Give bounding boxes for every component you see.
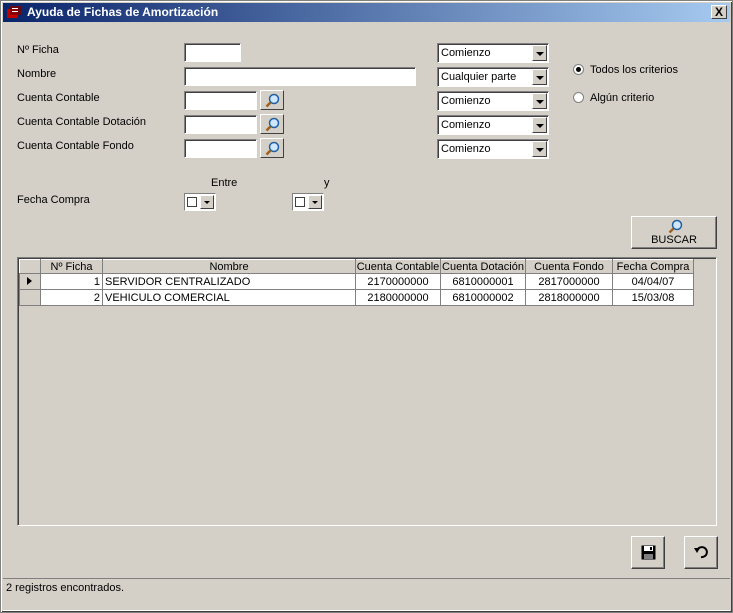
any-criteria-radio[interactable]: [573, 92, 584, 103]
all-criteria-radio[interactable]: [573, 64, 584, 75]
column-header[interactable]: Nombre: [102, 259, 356, 274]
cuenta-contable-mode-select[interactable]: Comienzo: [437, 91, 549, 111]
cuenta-fondo-lookup-button[interactable]: [260, 138, 284, 158]
cuenta-contable-label: Cuenta Contable: [17, 92, 100, 104]
fecha-desde-picker[interactable]: [184, 193, 216, 211]
undo-arrow-icon: [694, 546, 708, 559]
cuenta-fondo-cell[interactable]: 2817000000: [525, 273, 613, 290]
cuenta-dotacion-lookup-button[interactable]: [260, 114, 284, 134]
column-header[interactable]: Cuenta Contable: [355, 259, 441, 274]
search-button[interactable]: BUSCAR: [631, 216, 717, 249]
chevron-down-icon[interactable]: [532, 45, 547, 61]
app-icon: [7, 6, 21, 18]
cuenta-fondo-input[interactable]: [184, 139, 257, 158]
magnifier-icon: [668, 219, 683, 234]
row-indicator: [19, 289, 41, 306]
fecha-hasta-checkbox[interactable]: [295, 197, 305, 207]
ficha-input[interactable]: [184, 43, 241, 62]
cuenta-contable-cell[interactable]: 2180000000: [355, 289, 441, 306]
cuenta-contable-cell[interactable]: 2170000000: [355, 273, 441, 290]
ficha-mode-value: Comienzo: [441, 47, 491, 59]
magnifier-icon: [265, 93, 280, 108]
chevron-down-icon[interactable]: [532, 117, 547, 133]
header-row: Nº Ficha Nombre Cuenta Contable Cuenta D…: [19, 259, 694, 274]
chevron-down-icon[interactable]: [532, 141, 547, 157]
ficha-label: Nº Ficha: [17, 44, 59, 56]
column-header[interactable]: Cuenta Dotación: [440, 259, 526, 274]
status-bar: 2 registros encontrados.: [3, 578, 730, 611]
chevron-down-icon[interactable]: [200, 195, 214, 209]
save-button[interactable]: [631, 536, 665, 569]
cuenta-dotacion-input[interactable]: [184, 115, 257, 134]
fecha-compra-cell[interactable]: 15/03/08: [612, 289, 694, 306]
cuenta-contable-input[interactable]: [184, 91, 257, 110]
cuenta-fondo-mode-value: Comienzo: [441, 143, 491, 155]
column-header[interactable]: Nº Ficha: [40, 259, 103, 274]
cuenta-dotacion-cell[interactable]: 6810000002: [440, 289, 526, 306]
fecha-compra-cell[interactable]: 04/04/07: [612, 273, 694, 290]
cuenta-contable-mode-value: Comienzo: [441, 95, 491, 107]
status-text: 2 registros encontrados.: [6, 582, 125, 594]
close-button[interactable]: X: [711, 5, 727, 19]
nombre-mode-select[interactable]: Cualquier parte: [437, 67, 549, 87]
cuenta-fondo-label: Cuenta Contable Fondo: [17, 140, 134, 152]
current-row-arrow-icon: [27, 276, 32, 285]
and-label: y: [324, 177, 330, 189]
results-table: Nº Ficha Nombre Cuenta Contable Cuenta D…: [19, 259, 694, 306]
column-header[interactable]: Cuenta Fondo: [525, 259, 613, 274]
cuenta-contable-lookup-button[interactable]: [260, 90, 284, 110]
nombre-mode-value: Cualquier parte: [441, 71, 517, 83]
fecha-compra-label: Fecha Compra: [17, 194, 90, 206]
dialog-window: Ayuda de Fichas de Amortización X Nº Fic…: [0, 0, 733, 613]
any-criteria-label[interactable]: Algún criterio: [590, 92, 654, 104]
indicator-header: [19, 259, 41, 274]
undo-button[interactable]: [684, 536, 718, 569]
cuenta-dotacion-mode-select[interactable]: Comienzo: [437, 115, 549, 135]
ficha-cell[interactable]: 1: [40, 273, 103, 290]
cuenta-fondo-cell[interactable]: 2818000000: [525, 289, 613, 306]
between-label: Entre: [211, 177, 238, 189]
floppy-disk-icon: [641, 545, 656, 560]
cuenta-dotacion-mode-value: Comienzo: [441, 119, 491, 131]
table-row[interactable]: 1 SERVIDOR CENTRALIZADO 2170000000 68100…: [19, 273, 694, 290]
fecha-desde-checkbox[interactable]: [187, 197, 197, 207]
fecha-hasta-picker[interactable]: [292, 193, 324, 211]
chevron-down-icon[interactable]: [532, 69, 547, 85]
nombre-input[interactable]: [184, 67, 416, 86]
row-indicator: [19, 273, 41, 290]
table-row[interactable]: 2 VEHICULO COMERCIAL 2180000000 68100000…: [19, 289, 694, 306]
cuenta-dotacion-cell[interactable]: 6810000001: [440, 273, 526, 290]
cuenta-fondo-mode-select[interactable]: Comienzo: [437, 139, 549, 159]
nombre-cell[interactable]: VEHICULO COMERCIAL: [102, 289, 356, 306]
cuenta-dotacion-label: Cuenta Contable Dotación: [17, 116, 147, 128]
nombre-cell[interactable]: SERVIDOR CENTRALIZADO: [102, 273, 356, 290]
chevron-down-icon[interactable]: [308, 195, 322, 209]
window-title: Ayuda de Fichas de Amortización: [27, 5, 219, 19]
results-grid[interactable]: Nº Ficha Nombre Cuenta Contable Cuenta D…: [17, 257, 717, 526]
close-icon: X: [714, 5, 723, 19]
ficha-mode-select[interactable]: Comienzo: [437, 43, 549, 63]
column-header[interactable]: Fecha Compra: [612, 259, 694, 274]
chevron-down-icon[interactable]: [532, 93, 547, 109]
ficha-cell[interactable]: 2: [40, 289, 103, 306]
search-button-label: BUSCAR: [651, 234, 697, 246]
magnifier-icon: [265, 141, 280, 156]
magnifier-icon: [265, 117, 280, 132]
title-bar[interactable]: Ayuda de Fichas de Amortización X: [3, 3, 730, 22]
nombre-label: Nombre: [17, 68, 57, 80]
all-criteria-label[interactable]: Todos los criterios: [590, 64, 678, 76]
